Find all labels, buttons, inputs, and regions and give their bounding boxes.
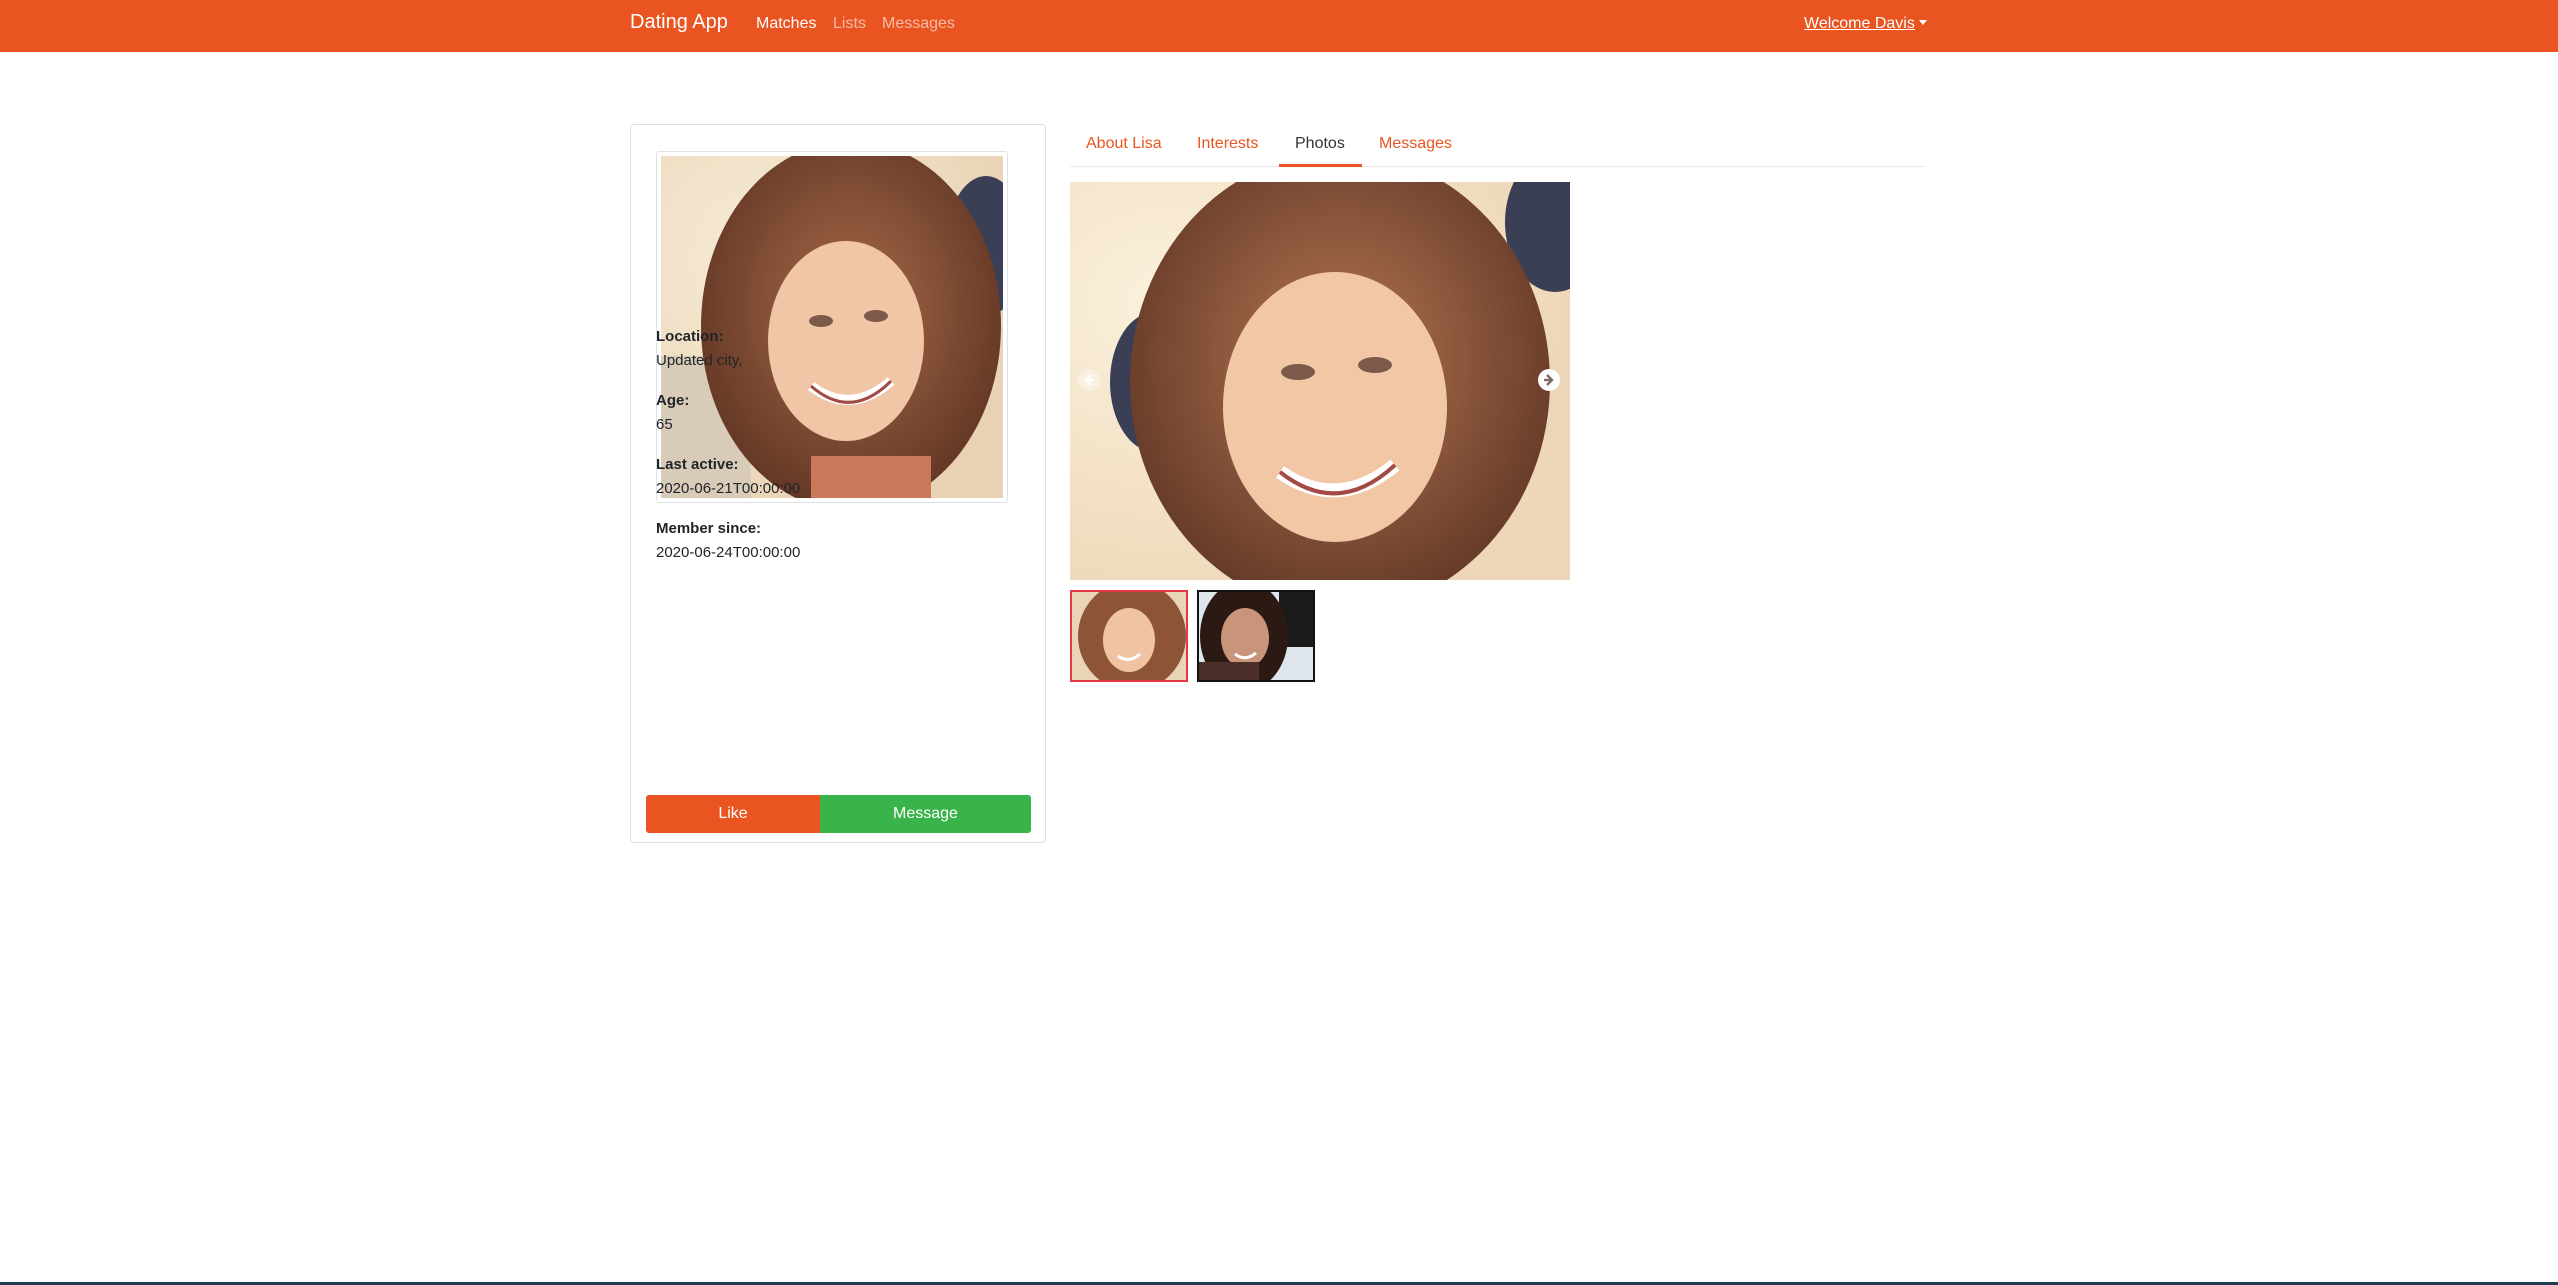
active-tab-indicator [1279,164,1362,167]
profile-photo-frame [656,151,1008,503]
profile-tabs: About Lisa Interests Photos Messages [1070,124,1926,167]
gallery-next-arrow-icon[interactable] [1538,369,1560,391]
gallery-main-image[interactable] [1070,182,1570,580]
field-label: Member since: [656,520,762,537]
profile-photo [661,156,1003,498]
field-value: 65 [656,416,673,433]
field-value: 2020-06-24T00:00:00 [656,544,801,561]
profile-field-age: Age: 65 [656,392,689,433]
user-dropdown[interactable]: Welcome Davis [1804,15,1927,33]
profile-field-location: Location: Updated city, [656,328,742,369]
gallery-thumbnail[interactable] [1197,590,1315,682]
field-label: Last active: [656,456,739,473]
gallery-prev-arrow-icon[interactable] [1078,369,1100,391]
user-dropdown-label: Welcome Davis [1804,15,1915,32]
tab-photos[interactable]: Photos [1295,135,1345,153]
message-button[interactable]: Message [820,795,1031,833]
profile-card: Location: Updated city, Age: 65 Last act… [630,124,1046,843]
tab-messages[interactable]: Messages [1379,135,1452,153]
field-label: Age: [656,392,690,409]
field-label: Location: [656,328,724,345]
action-buttons: Like Message [646,795,1031,833]
gallery-thumbnail[interactable] [1070,590,1188,682]
like-button[interactable]: Like [646,795,820,833]
field-value: 2020-06-21T00:00:00 [656,480,801,497]
nav-link-matches[interactable]: Matches [756,15,816,33]
caret-down-icon [1918,20,1927,25]
nav-link-lists[interactable]: Lists [833,15,866,33]
profile-field-last-active: Last active: 2020-06-21T00:00:00 [656,456,800,497]
brand-logo[interactable]: Dating App [630,11,728,34]
nav-link-messages[interactable]: Messages [882,15,955,33]
tab-about[interactable]: About Lisa [1086,135,1162,153]
tab-interests[interactable]: Interests [1197,135,1258,153]
profile-field-member-since: Member since: 2020-06-24T00:00:00 [656,520,800,561]
field-value: Updated city, [656,352,743,369]
navbar: Dating App Matches Lists Messages Welcom… [0,0,2558,52]
